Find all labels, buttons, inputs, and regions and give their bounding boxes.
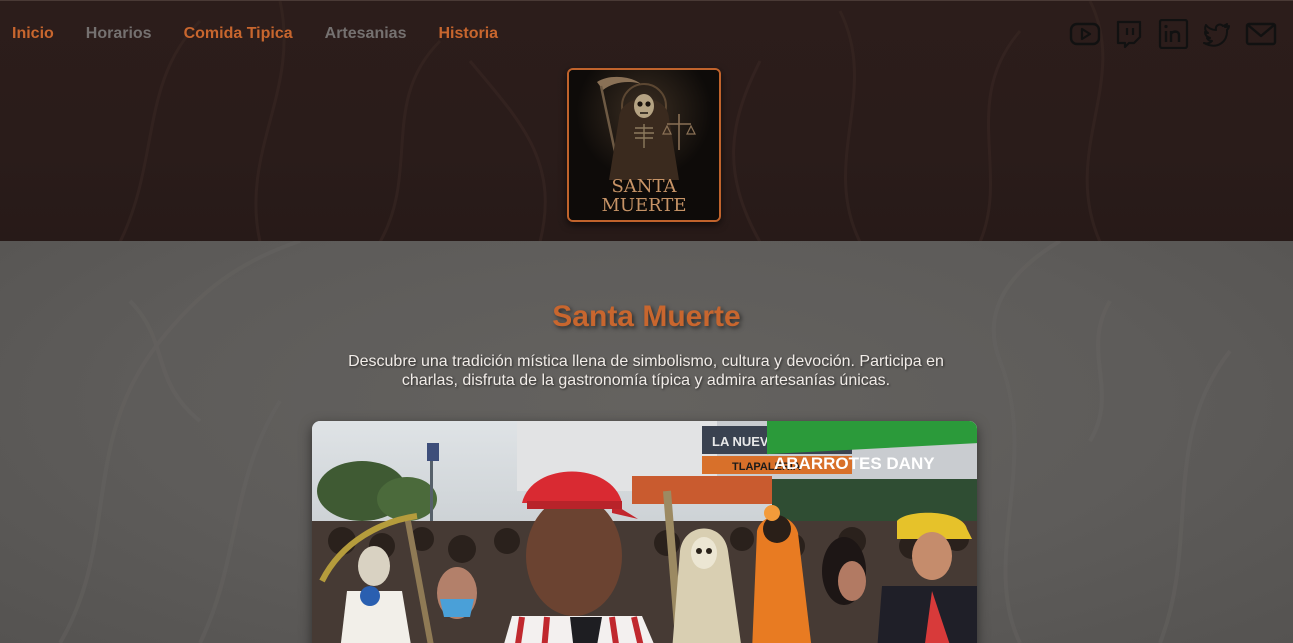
santa-muerte-logo[interactable]: SANTA MUERTE <box>567 68 721 222</box>
logo-text-muerte: MUERTE <box>601 195 686 216</box>
logo-artwork: SANTA MUERTE <box>569 70 719 220</box>
main-nav: Inicio Horarios Comida Tipica Artesanias… <box>12 25 530 43</box>
site-header: Inicio Horarios Comida Tipica Artesanias… <box>0 0 1293 242</box>
youtube-icon[interactable] <box>1069 19 1101 49</box>
hero-description: Descubre una tradición mística llena de … <box>348 353 944 389</box>
logo-text-santa: SANTA <box>611 176 677 197</box>
twitch-icon[interactable] <box>1113 19 1145 49</box>
nav-link-artesanias[interactable]: Artesanias <box>325 25 407 43</box>
nav-link-comida-tipica[interactable]: Comida Tipica <box>184 25 293 43</box>
nav-link-inicio[interactable]: Inicio <box>12 25 54 43</box>
linkedin-icon[interactable] <box>1157 18 1189 50</box>
hero-photo: LA NUEVA TLAPALERIA ABARROTES DANY <box>312 421 977 643</box>
page-title: Santa Muerte <box>552 300 741 333</box>
mail-icon[interactable] <box>1245 19 1277 49</box>
social-links <box>1069 18 1277 50</box>
twitter-icon[interactable] <box>1201 19 1233 49</box>
procession-photo: LA NUEVA TLAPALERIA ABARROTES DANY <box>312 421 977 643</box>
nav-link-horarios[interactable]: Horarios <box>86 25 152 43</box>
nav-link-historia[interactable]: Historia <box>438 25 498 43</box>
hero-section: Santa Muerte Descubre una tradición míst… <box>0 241 1293 643</box>
photo-sign-green: ABARROTES DANY <box>774 454 935 473</box>
